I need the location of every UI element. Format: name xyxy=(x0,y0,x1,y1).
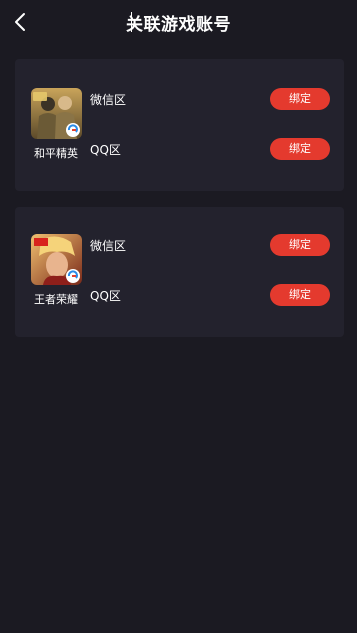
zone-label: QQ区 xyxy=(90,143,121,157)
top-bar: 关联游戏账号 xyxy=(0,0,357,44)
zone-row: QQ区 绑定 xyxy=(90,138,330,160)
page-title: 关联游戏账号 xyxy=(126,15,231,35)
game-name: 和平精英 xyxy=(34,147,78,160)
zone-row: 微信区 绑定 xyxy=(90,88,330,110)
game-info: 和平精英 xyxy=(29,88,83,161)
honor-of-kings-game-icon xyxy=(30,234,82,285)
zone-row: 微信区 绑定 xyxy=(90,234,330,256)
bind-button[interactable]: 绑定 xyxy=(270,234,330,256)
zone-label: 微信区 xyxy=(90,93,127,107)
zone-row: QQ区 绑定 xyxy=(90,284,330,306)
peace-elite-game-icon xyxy=(30,88,82,139)
zone-label: QQ区 xyxy=(90,289,121,303)
bind-button[interactable]: 绑定 xyxy=(270,88,330,110)
game-info: 王者荣耀 xyxy=(29,234,83,307)
game-name: 王者荣耀 xyxy=(34,293,78,306)
zone-label: 微信区 xyxy=(90,239,127,253)
bind-button[interactable]: 绑定 xyxy=(270,138,330,160)
game-card-peace-elite: 和平精英 微信区 绑定 QQ区 绑定 xyxy=(15,59,344,191)
bind-button[interactable]: 绑定 xyxy=(270,284,330,306)
game-card-honor-of-kings: 王者荣耀 微信区 绑定 QQ区 绑定 xyxy=(15,207,344,337)
